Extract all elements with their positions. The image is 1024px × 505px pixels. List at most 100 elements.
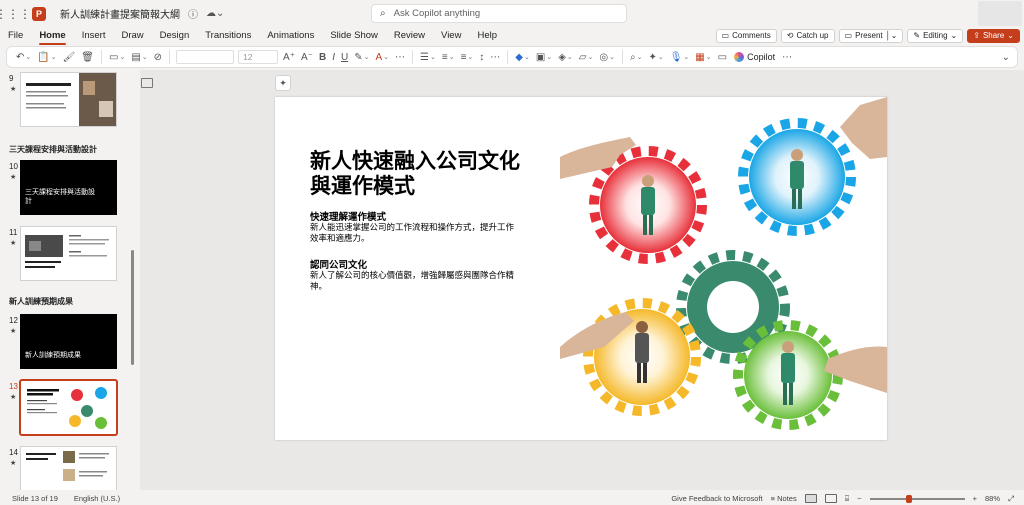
slide-thumbnail[interactable] xyxy=(20,446,117,490)
feedback-link[interactable]: Give Feedback to Microsoft xyxy=(671,494,762,503)
layout-icon[interactable]: ▤ ⌄ xyxy=(128,48,150,66)
more-options-icon[interactable]: ⋯ xyxy=(779,48,795,66)
font-family-select[interactable] xyxy=(176,50,235,64)
increase-font-icon[interactable]: A⁺ xyxy=(280,48,298,66)
powerpoint-logo-icon: P xyxy=(32,6,46,21)
avatar[interactable] xyxy=(978,1,1022,26)
zoom-slider[interactable] xyxy=(869,494,965,503)
fit-slide-icon[interactable]: ⤢ xyxy=(1008,494,1014,504)
tab-animations[interactable]: Animations xyxy=(259,27,322,44)
divider xyxy=(101,50,102,64)
tab-help[interactable]: Help xyxy=(469,27,505,44)
status-bar: Slide 13 of 19 English (U.S.) Give Feedb… xyxy=(0,492,1024,505)
copilot-button[interactable]: Copilot xyxy=(730,52,779,62)
tab-review[interactable]: Review xyxy=(386,27,433,44)
sensitivity-icon[interactable]: ⓘ xyxy=(188,6,198,21)
line-spacing-icon[interactable]: ↕ xyxy=(476,48,487,66)
paste-icon[interactable]: 📋 ⌄ xyxy=(34,48,59,66)
slide-position: Slide 13 of 19 xyxy=(12,494,58,503)
normal-view-icon[interactable] xyxy=(804,494,817,503)
underline-icon[interactable]: U xyxy=(338,48,351,66)
point1-heading[interactable]: 快速理解運作模式 xyxy=(310,209,386,223)
delete-icon[interactable]: 🗑 xyxy=(78,48,97,66)
thumbnail-preview xyxy=(27,387,107,429)
title-bar: ⋮⋮⋮ P 新人訓練計畫提案簡報大綱 ⓘ ☁⌄ ⌕ Ask Copilot an… xyxy=(0,0,1024,27)
designer-sparkle-icon[interactable]: ✦ xyxy=(275,75,291,91)
document-title[interactable]: 新人訓練計畫提案簡報大綱 xyxy=(60,6,180,21)
arrange-icon[interactable]: ▣ ⌄ xyxy=(533,48,555,66)
current-slide[interactable]: 新人快速融入公司文化與運作模式 快速理解運作模式 新人能迅速掌握公司的工作流程和… xyxy=(275,97,887,440)
designer-shortcut-icon[interactable]: ✦ ⌄ xyxy=(645,48,666,66)
format-painter-icon[interactable]: 🖌 xyxy=(60,48,79,66)
tab-home[interactable]: Home xyxy=(31,27,73,45)
gears-illustration[interactable] xyxy=(560,97,887,440)
zoom-slider-thumb[interactable] xyxy=(905,494,912,503)
shapes-icon[interactable]: ◆ ⌄ xyxy=(512,48,533,66)
font-color-icon[interactable]: A ⌄ xyxy=(372,48,392,66)
highlight-icon[interactable]: ✎ ⌄ xyxy=(351,48,372,66)
slide-sorter-icon[interactable] xyxy=(824,494,837,503)
app-launcher-icon[interactable]: ⋮⋮⋮ xyxy=(0,0,31,27)
hide-slide-icon[interactable]: ⊘ xyxy=(151,48,165,66)
slide-thumbnail-pane: 9 ★ 三天課程安排與活動設計 10 ★ 三天課程安排與活動設計 11 ★ 新人… xyxy=(0,70,140,490)
slide-title[interactable]: 新人快速融入公司文化與運作模式 xyxy=(310,149,530,199)
dictate-icon[interactable]: 🎙 ⌄ xyxy=(667,48,693,66)
italic-icon[interactable]: I xyxy=(329,48,338,66)
numbering-icon[interactable]: ≡ ⌄ xyxy=(439,48,458,66)
search-box[interactable]: ⌕ Ask Copilot anything xyxy=(371,4,627,23)
tab-insert[interactable]: Insert xyxy=(74,27,114,44)
more-paragraph-icon[interactable]: ⋯ xyxy=(487,48,503,66)
star-icon: ★ xyxy=(10,240,17,247)
bold-icon[interactable]: B xyxy=(316,48,329,66)
find-icon[interactable]: ⌕ ⌄ xyxy=(627,48,645,66)
shape-outline-icon[interactable]: ▱ ⌄ xyxy=(576,48,597,66)
reading-view-icon[interactable]: ⌸ xyxy=(845,494,850,504)
editing-mode-button[interactable]: ✎ Editing ⌄ xyxy=(907,28,964,43)
add-ins-icon[interactable]: ▭ xyxy=(715,48,730,66)
star-icon: ★ xyxy=(10,460,17,467)
slide-thumbnail[interactable]: 新人訓練預期成果 xyxy=(20,314,117,369)
comments-button[interactable]: ▭ Comments xyxy=(715,28,777,43)
decrease-font-icon[interactable]: A⁻ xyxy=(298,48,316,66)
section-title-schedule[interactable]: 三天課程安排與活動設計 xyxy=(9,144,97,155)
language-indicator[interactable]: English (U.S.) xyxy=(74,494,120,503)
tab-slide-show[interactable]: Slide Show xyxy=(322,27,386,44)
notes-button[interactable]: ≡ Notes xyxy=(771,494,797,503)
share-button[interactable]: ⇪ Share ⌄ xyxy=(967,28,1020,43)
ribbon-collapse-icon[interactable]: ⌄ xyxy=(999,48,1013,66)
pencil-icon: ✎ xyxy=(913,31,921,40)
undo-icon[interactable]: ↶ ⌄ xyxy=(13,48,34,66)
zoom-in-icon[interactable]: + xyxy=(973,494,977,503)
bullets-icon[interactable]: ☰ ⌄ xyxy=(417,48,439,66)
tab-draw[interactable]: Draw xyxy=(113,27,151,44)
font-size-select[interactable]: 12 xyxy=(238,50,279,64)
tab-view[interactable]: View xyxy=(433,27,469,44)
thumbnail-scrollbar[interactable] xyxy=(131,250,134,365)
shape-effects-icon[interactable]: ◎ ⌄ xyxy=(596,48,618,66)
point2-heading[interactable]: 認同公司文化 xyxy=(310,257,367,271)
catch-up-button[interactable]: ⟲ Catch up xyxy=(780,28,835,43)
tab-file[interactable]: File xyxy=(0,27,31,44)
present-dropdown-icon[interactable]: │⌄ xyxy=(886,31,898,40)
slide-thumbnail-selected[interactable] xyxy=(19,379,118,436)
thumbnail-pane-toggle-icon[interactable] xyxy=(141,78,153,88)
designer-icon[interactable]: ▦ ⌄ xyxy=(692,48,714,66)
slide-thumbnail[interactable] xyxy=(20,72,117,127)
more-font-icon[interactable]: ⋯ xyxy=(392,48,408,66)
present-icon: ▭ xyxy=(844,31,853,40)
align-icon[interactable]: ≡ ⌄ xyxy=(458,48,477,66)
section-title-outcome[interactable]: 新人訓練預期成果 xyxy=(9,296,73,307)
present-button[interactable]: ▭ Present │⌄ xyxy=(838,28,904,43)
new-slide-icon[interactable]: ▭ ⌄ xyxy=(106,48,128,66)
tab-design[interactable]: Design xyxy=(152,27,198,44)
point2-body[interactable]: 新人了解公司的核心價值觀，增強歸屬感與團隊合作精神。 xyxy=(310,271,522,293)
cloud-saved-icon[interactable]: ☁⌄ xyxy=(206,8,224,19)
slide-thumbnail[interactable] xyxy=(20,226,117,281)
search-placeholder: Ask Copilot anything xyxy=(393,8,481,19)
shape-fill-icon[interactable]: ◈ ⌄ xyxy=(555,48,576,66)
point1-body[interactable]: 新人能迅速掌握公司的工作流程和操作方式，提升工作效率和適應力。 xyxy=(310,223,522,245)
slide-thumbnail[interactable]: 三天課程安排與活動設計 xyxy=(20,160,117,215)
tab-transitions[interactable]: Transitions xyxy=(197,27,259,44)
zoom-level[interactable]: 88% xyxy=(985,494,1000,503)
zoom-out-icon[interactable]: − xyxy=(857,494,861,503)
